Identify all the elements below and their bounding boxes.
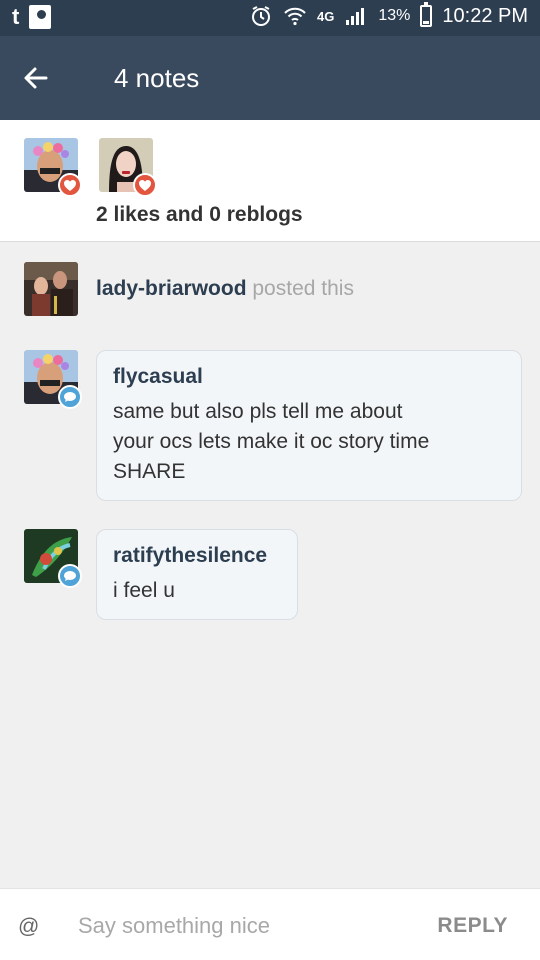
reply-bubble-flycasual: flycasual same but also pls tell me abou… (96, 350, 522, 501)
original-poster-username[interactable]: lady-briarwood (96, 277, 247, 300)
arrow-left-icon (24, 67, 48, 89)
pandora-p-icon (29, 5, 52, 29)
status-bar: t 4G 13% 10:22 PM (0, 0, 540, 36)
likes-summary: 2 likes and 0 reblogs (96, 203, 303, 226)
network-type: 4G (317, 8, 335, 24)
page-title: 4 notes (114, 63, 200, 93)
original-post-row: lady-briarwood posted this (96, 277, 354, 301)
comment-icon (58, 564, 82, 588)
reply-username[interactable]: ratifythesilence (113, 544, 281, 568)
avatar-lady-briarwood[interactable] (24, 262, 78, 316)
battery-icon (420, 2, 433, 27)
reply-text: i feel u (113, 579, 175, 602)
reply-text: same but also pls tell me about your ocs… (113, 400, 430, 483)
heart-icon (133, 173, 157, 197)
comment-icon (58, 385, 82, 409)
heart-icon (58, 173, 82, 197)
reply-composer: @ REPLY (0, 888, 540, 960)
reply-input[interactable] (78, 907, 398, 945)
signal-icon (344, 4, 368, 28)
wifi-icon (283, 4, 307, 28)
likes-panel: 2 likes and 0 reblogs (0, 120, 540, 242)
app-bar: 4 notes (0, 36, 540, 120)
posted-this-label: posted this (252, 277, 354, 300)
clock: 10:22 PM (442, 4, 528, 27)
reply-button[interactable]: REPLY (437, 914, 508, 938)
reply-username[interactable]: flycasual (113, 365, 505, 389)
reply-bubble-ratifythesilence: ratifythesilence i feel u (96, 529, 298, 620)
back-button[interactable] (18, 60, 54, 96)
mention-button[interactable]: @ (18, 915, 39, 939)
battery-percent: 13% (378, 7, 411, 24)
alarm-icon (249, 4, 273, 28)
tumblr-t-icon: t (12, 4, 20, 29)
